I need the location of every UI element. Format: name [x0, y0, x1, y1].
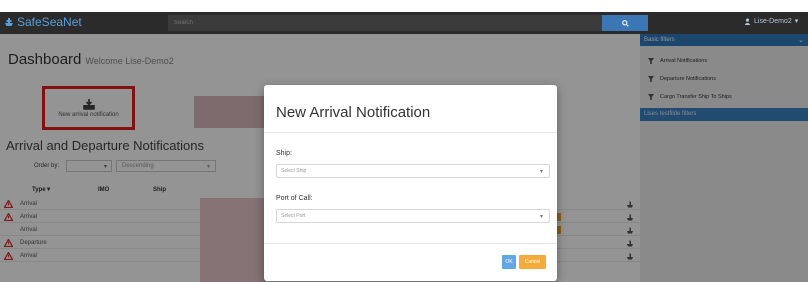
modal-title: New Arrival Notification [276, 104, 431, 121]
user-icon [744, 18, 751, 25]
chevron-down-icon: ▾ [539, 213, 543, 220]
page: SafeSeaNet Lise-Demo2 ▾ DashboardWelcome… [0, 0, 808, 282]
ship-label: Ship: [276, 150, 292, 157]
cancel-button[interactable]: Cancel [519, 255, 546, 269]
divider [264, 132, 557, 133]
port-label: Port of Call: [276, 195, 313, 202]
search-button[interactable] [602, 15, 648, 31]
brand[interactable]: SafeSeaNet [4, 15, 82, 29]
ship-select[interactable]: Select Ship ▾ [276, 164, 550, 178]
search-icon [621, 19, 629, 27]
brand-name: SafeSeaNet [17, 15, 82, 29]
chevron-down-icon: ▾ [539, 168, 543, 175]
ship-logo-icon [5, 18, 13, 26]
user-name: Lise-Demo2 [754, 17, 792, 25]
top-navbar: SafeSeaNet Lise-Demo2 ▾ [0, 12, 808, 34]
chevron-down-icon: ▾ [794, 18, 799, 25]
search-input[interactable] [168, 15, 602, 31]
divider [264, 243, 557, 244]
port-select[interactable]: Select Port ▾ [276, 209, 550, 223]
ok-button[interactable]: OK [502, 255, 516, 269]
port-select-placeholder: Select Port [281, 213, 306, 219]
new-arrival-modal: New Arrival Notification Ship: Select Sh… [264, 85, 557, 281]
ship-select-placeholder: Select Ship [281, 168, 307, 174]
user-menu[interactable]: Lise-Demo2 ▾ [744, 17, 798, 25]
